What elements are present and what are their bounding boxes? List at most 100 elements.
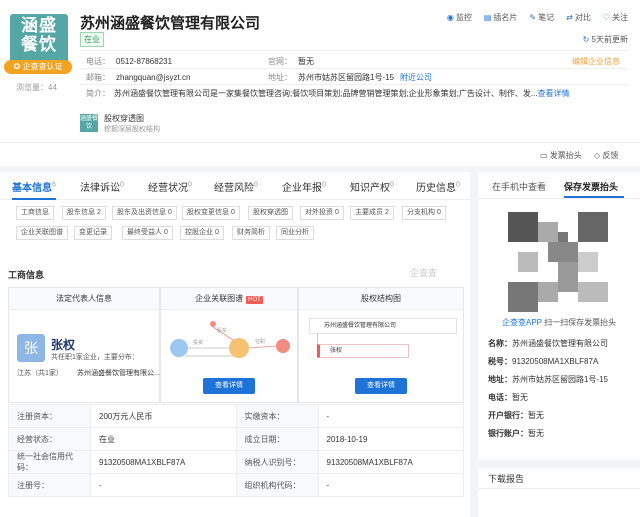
eye-icon: ◉ xyxy=(446,13,454,22)
invoice-label: 发票抬头 xyxy=(549,151,582,160)
side-tax-label: 税号： xyxy=(488,357,512,366)
legal-rep-name[interactable]: 张权 xyxy=(51,336,75,353)
equity-graph-link[interactable]: 股权穿透图 xyxy=(104,113,144,124)
side-name-value: 苏州涵盛餐饮管理有限公司 xyxy=(512,339,608,348)
company-header-card: 涵盛 餐饮 ✪ 企查查认证 浏览量：44 苏州涵盛餐饮管理有限公司 在业 ◉ 监控 … xyxy=(0,0,640,142)
divider xyxy=(478,198,640,199)
tab-risk[interactable]: 经营风险0 xyxy=(214,179,258,194)
certified-badge-label: 企查查认证 xyxy=(22,62,63,71)
note-button[interactable]: ✎ 笔记 xyxy=(529,12,554,23)
graph-node-left xyxy=(170,339,188,357)
email-value[interactable]: zhangquan@jsyzt.cn xyxy=(116,73,190,82)
chip-business-info[interactable]: 工商信息 xyxy=(16,206,54,220)
graph-node-center xyxy=(229,338,249,358)
tab-count: 6 xyxy=(52,181,56,189)
tab-legal[interactable]: 法律诉讼0 xyxy=(80,179,124,194)
website-row: 官网： 暂无 xyxy=(268,56,314,67)
chip-equity-change[interactable]: 股权变更信息 0 xyxy=(182,206,240,220)
monitor-button[interactable]: ◉ 监控 xyxy=(447,12,472,23)
nearby-companies-link[interactable]: 附近公司 xyxy=(400,73,432,82)
table-key: 注册资本： xyxy=(8,404,91,428)
chip-equity-graph[interactable]: 股权穿透图 xyxy=(248,206,293,220)
compare-button[interactable]: ⇄ 对比 xyxy=(566,12,591,23)
legal-rep-company[interactable]: 苏州涵盛餐饮管理有限公... xyxy=(77,368,160,378)
update-label: 5天前更新 xyxy=(591,35,628,44)
legal-rep-title: 法定代表人信息 xyxy=(9,288,159,310)
tab-basic-info[interactable]: 基本信息6 xyxy=(12,179,56,194)
chip-branches[interactable]: 分支机构 0 xyxy=(402,206,446,220)
section-title: 工商信息 xyxy=(8,270,45,280)
status-badge: 在业 xyxy=(80,32,104,47)
legal-rep-region: 江苏（共1家） xyxy=(17,370,63,377)
table-value: 91320508MA1XBLF87A xyxy=(90,450,237,474)
download-report-title[interactable]: 下载报告 xyxy=(488,472,524,485)
email-row: 邮箱： zhangquan@jsyzt.cn xyxy=(86,72,190,83)
side-address-row: 地址：苏州市姑苏区留园路1号-15 xyxy=(488,374,608,385)
side-address-label: 地址： xyxy=(488,375,512,384)
tab-count: 0 xyxy=(322,181,326,189)
edit-info-link[interactable]: 编辑企业信息 xyxy=(572,56,620,67)
legal-rep-desc: 共任职1家企业，主要分布： xyxy=(51,354,139,361)
feedback-button[interactable]: ◇ 反馈 xyxy=(594,150,618,161)
table-value: - xyxy=(317,473,464,497)
tab-ip[interactable]: 知识产权0 xyxy=(350,179,394,194)
tab-history[interactable]: 历史信息0 xyxy=(416,179,460,194)
side-tax-value: 91320508MA1XBLF87A xyxy=(512,357,599,366)
side-bank-value: 暂无 xyxy=(528,411,544,420)
address-label: 地址： xyxy=(268,73,292,82)
table-key: 成立日期： xyxy=(235,427,319,451)
table-key: 纳税人识别号： xyxy=(235,450,319,474)
chip-members[interactable]: 主要成员 2 xyxy=(350,206,394,220)
tab-label: 法律诉讼 xyxy=(80,183,120,194)
app-link[interactable]: 企查查APP xyxy=(502,318,542,327)
chip-peer[interactable]: 同业分析 xyxy=(276,226,314,240)
chip-holding[interactable]: 控股企业 0 xyxy=(180,226,224,240)
invoice-button[interactable]: ▭ 发票抬头 xyxy=(540,150,582,161)
tab-save-invoice[interactable]: 保存发票抬头 xyxy=(564,180,618,193)
watermark: 企查查 xyxy=(410,268,438,278)
intro-more-link[interactable]: 查看详情 xyxy=(538,89,570,98)
tab-label: 经营状况 xyxy=(148,183,188,194)
chip-investments[interactable]: 对外投资 0 xyxy=(300,206,344,220)
card-icon: ▤ xyxy=(483,13,492,22)
update-button[interactable]: ↻ 5天前更新 xyxy=(583,34,628,45)
chip-shareholders[interactable]: 股东信息 2 xyxy=(62,206,106,220)
tab-bar: 基本信息6 法律诉讼0 经营状况0 经营风险0 企业年报0 知识产权0 历史信息… xyxy=(0,172,470,200)
table-value: 2018-10-19 xyxy=(317,427,464,451)
divider xyxy=(478,488,640,489)
business-info-table: 注册资本： 200万元人民币 实缴资本： - 经营状态： 在业 成立日期： 20… xyxy=(8,404,464,497)
structure-view-button[interactable]: 查看详情 xyxy=(355,378,407,394)
action-bar: ▭ 发票抬头 ◇ 反馈 xyxy=(0,142,640,166)
tab-annual-report[interactable]: 企业年报0 xyxy=(282,179,326,194)
table-value: 91320508MA1XBLF87A xyxy=(317,450,464,474)
follow-label: 关注 xyxy=(612,13,628,22)
invoice-side-panel: 在手机中查看 保存发票抬头 企查查APP 扫一扫保存发票抬头 名称：苏州涵盛餐饮… xyxy=(478,172,640,517)
email-label: 邮箱： xyxy=(86,73,110,82)
chip-capital[interactable]: 股东及出资信息 0 xyxy=(112,206,177,220)
chip-change-log[interactable]: 变更记录 xyxy=(74,226,112,240)
tab-count: 0 xyxy=(390,181,394,189)
app-hint-text: 扫一扫保存发票抬头 xyxy=(544,318,617,327)
relation-graph-panel: 企业关联图谱 HOT 投资 股东 任职 查看详情 xyxy=(160,287,298,403)
card-button[interactable]: ▤ 插名片 xyxy=(484,12,518,23)
structure-company-box: 苏州涵盛餐饮管理有限公司 xyxy=(309,318,457,334)
tab-mobile-view[interactable]: 在手机中查看 xyxy=(492,180,546,193)
certified-badge[interactable]: ✪ 企查查认证 xyxy=(4,60,72,74)
address-value: 苏州市姑苏区留园路1号-15 xyxy=(298,73,395,82)
chip-beneficiary[interactable]: 最终受益人 0 xyxy=(122,226,173,240)
structure-holder-box: 张权 xyxy=(317,344,409,358)
tab-operation[interactable]: 经营状况0 xyxy=(148,179,192,194)
side-tax-row: 税号：91320508MA1XBLF87A xyxy=(488,356,598,367)
equity-graph-sub: 挖掘深层股权结构 xyxy=(104,126,160,133)
active-tab-indicator xyxy=(12,198,56,200)
follow-button[interactable]: ♡ 关注 xyxy=(603,12,628,23)
tab-label: 经营风险 xyxy=(214,183,254,194)
side-phone-label: 电话： xyxy=(488,393,512,402)
invoice-icon: ▭ xyxy=(540,151,550,160)
relation-graph-illustration: 投资 股东 任职 xyxy=(170,321,290,358)
chip-relation-graph[interactable]: 企业关联图谱 xyxy=(16,226,68,240)
company-name: 苏州涵盛餐饮管理有限公司 xyxy=(80,15,261,32)
chip-finance[interactable]: 财务简析 xyxy=(232,226,270,240)
table-key: 注册号： xyxy=(8,473,91,497)
graph-view-button[interactable]: 查看详情 xyxy=(203,378,255,394)
